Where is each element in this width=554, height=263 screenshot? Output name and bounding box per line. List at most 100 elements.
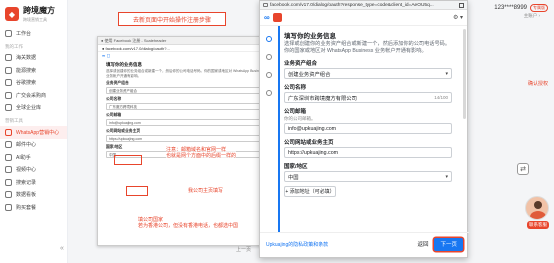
brand-logo-icon: ◆: [5, 7, 19, 21]
website-field: 公司网站或业务主页 https://upkuajing.com: [284, 138, 452, 158]
chevron-down-icon: ▾: [445, 70, 448, 77]
inset-value: 广东魔方跨境科技: [106, 103, 268, 110]
step-radio[interactable]: [266, 54, 272, 60]
step-indicators: [266, 36, 274, 108]
app-sidebar: ◆ 跨境魔方 跨境营销工具 工作台 我的工作 海关数据 能源搜索 谷歌搜索 广交…: [0, 0, 68, 263]
company-name-field: 公司名称 广东深圳市跨境魔方有限公司 14/100: [284, 83, 452, 103]
copy-icon[interactable]: [459, 2, 464, 8]
portfolio-field: 业务资产组合 创建业务资产组合 ▾: [284, 59, 452, 79]
sidebar-item-ai[interactable]: AI助手: [0, 151, 67, 164]
video-icon: [5, 166, 12, 174]
side-hint: 确认授权: [527, 81, 548, 87]
collapse-icon[interactable]: «: [60, 245, 64, 252]
search-icon: [5, 79, 12, 87]
brand-subtitle: 跨境营销工具: [23, 17, 47, 22]
translate-icon[interactable]: ⇄: [517, 163, 529, 175]
step-annotation: 去新页面中开始操作注册步骤: [118, 12, 226, 26]
sidebar-item-workbench[interactable]: 工作台: [0, 27, 67, 40]
inset-titlebar: ● 使用 Facebook 注册 - Scaleheader: [98, 37, 276, 45]
annotation-email: 注意：邮箱域名和官网一样 也就是网个方面中的后缀一样的: [166, 147, 237, 159]
bolt-icon: [5, 66, 12, 74]
chevron-down-icon: ▾: [445, 173, 448, 180]
sidebar-item-google-search[interactable]: 谷歌搜索: [0, 77, 67, 90]
add-website-button[interactable]: + 添加地址（可必填）: [284, 186, 336, 197]
brand[interactable]: ◆ 跨境魔方 跨境营销工具: [0, 0, 67, 27]
sidebar-item-canton-fair[interactable]: 广交会采购商: [0, 89, 67, 102]
sidebar-item-search-history[interactable]: 搜索记录: [0, 176, 67, 189]
dialog-footer: Upkuajing的隐私政策和条款 返回 下一页: [266, 237, 463, 251]
address-bar[interactable]: facebook.com/v17.0/dialog/oauth?response…: [260, 1, 467, 10]
country-select[interactable]: 中国 ▾: [284, 171, 452, 182]
field-help: 你的公司邮箱。: [284, 116, 316, 121]
sidebar-item-email[interactable]: 邮件中心: [0, 139, 67, 152]
inset-text: 选择或创建你的业务组合或新建一个，然后你的公司电话号码。你的国家或地区对 Wha…: [106, 69, 265, 78]
privacy-policy-link[interactable]: Upkuajing的隐私政策和条款: [266, 241, 328, 248]
sidebar-item-customs-data[interactable]: 海关数据: [0, 52, 67, 65]
field-label: 公司邮箱: [284, 109, 307, 115]
sidebar-item-dashboard[interactable]: 数据看板: [0, 189, 67, 202]
email-field: 公司邮箱 你的公司邮箱。 info@upkuajing.com: [284, 107, 452, 134]
portfolio-select[interactable]: 创建业务资产组合 ▾: [284, 68, 452, 79]
user-menu[interactable]: 123****8999 专属版: [494, 4, 548, 12]
inset-value: https://upkuajing.com: [106, 135, 268, 142]
dialog-body: 填写你的业务信息 选择或创建你的业务资产组合或新建一个，然后添加你的公司电话号码…: [260, 26, 469, 232]
form-title: 填写你的业务信息: [284, 33, 336, 40]
dialog-header: ∞ ⚙ ▾: [260, 10, 467, 26]
company-name-input[interactable]: 广东深圳市跨境魔方有限公司 14/100: [284, 92, 452, 103]
url-text: facebook.com/v17.0/dialog/oauth?response…: [270, 2, 434, 8]
inset-label: 公司名称: [106, 97, 122, 101]
user-role[interactable]: 主账户 ›: [524, 13, 540, 19]
annotation-website: 我公司主页填写: [188, 188, 224, 194]
plan-badge: 专属版: [530, 4, 548, 12]
user-phone: 123****8999: [494, 5, 527, 11]
settings-icon[interactable]: ⚙ ▾: [453, 14, 463, 21]
country-field: 国家/地区 中国 ▾: [284, 162, 452, 182]
field-label: 国家/地区: [284, 164, 308, 170]
nav-section-label: 营销工具: [5, 118, 23, 123]
support-avatar[interactable]: [525, 196, 549, 220]
database-icon: [5, 54, 12, 62]
char-counter: 14/100: [434, 95, 448, 100]
inset-logos: ∞ ◻: [102, 53, 111, 58]
sidebar-item-global-companies[interactable]: 全球企业库: [0, 102, 67, 115]
annotation-country: 填公司国家 若为香港公司，但没有香港电话，也都选中国: [138, 217, 248, 229]
back-button[interactable]: 返回: [411, 240, 434, 248]
home-icon: [5, 29, 12, 37]
step-radio[interactable]: [266, 36, 272, 42]
nav-section-label: 我的工作: [5, 43, 23, 49]
website-input[interactable]: https://upkuajing.com: [284, 147, 452, 158]
robot-icon: [5, 153, 12, 161]
whatsapp-icon: [5, 128, 12, 136]
inset-label: 公司网站或业务主页: [106, 129, 141, 133]
inset-label: 业务资产组合: [106, 81, 129, 85]
step-radio[interactable]: [266, 90, 272, 96]
inset-label: 公司邮箱: [106, 113, 122, 117]
support-label[interactable]: 联系客服: [527, 221, 549, 229]
mail-icon: [5, 141, 12, 149]
highlight-box: [114, 155, 142, 165]
email-input[interactable]: info@upkuajing.com: [284, 123, 452, 134]
inset-url: ● facebook.com/v17.0/dialog/oauth?...: [98, 45, 276, 52]
cart-icon: [5, 203, 12, 211]
divider: [260, 232, 469, 233]
chart-icon: [5, 191, 12, 199]
business-info-form: 填写你的业务信息 选择或创建你的业务资产组合或新建一个，然后添加你的公司电话号码…: [278, 26, 456, 232]
sidebar-item-whatsapp[interactable]: WhatsApp营销中心: [0, 126, 67, 139]
sidebar-item-video[interactable]: 视频中心: [0, 164, 67, 177]
next-button[interactable]: 下一页: [434, 237, 463, 251]
scrollbar[interactable]: [463, 29, 466, 119]
history-icon: [5, 178, 12, 186]
field-label: 公司名称: [284, 85, 307, 91]
facebook-dialog-window: facebook.com/v17.0/dialog/oauth?response…: [259, 0, 469, 258]
sidebar-item-buy-plan[interactable]: 购买套餐: [0, 201, 67, 214]
pagination-prev[interactable]: 上一页: [236, 246, 251, 253]
inset-value: 创建业务资产组合: [106, 87, 268, 94]
field-label: 公司网站或业务主页: [284, 140, 334, 146]
brand-title: 跨境魔方: [23, 6, 55, 15]
sidebar-item-energy-search[interactable]: 能源搜索: [0, 64, 67, 77]
building-icon: [5, 104, 12, 112]
highlight-box: [126, 186, 148, 196]
step-radio[interactable]: [266, 72, 272, 78]
app-logo-icon: [272, 13, 282, 22]
lock-icon: [263, 3, 268, 7]
